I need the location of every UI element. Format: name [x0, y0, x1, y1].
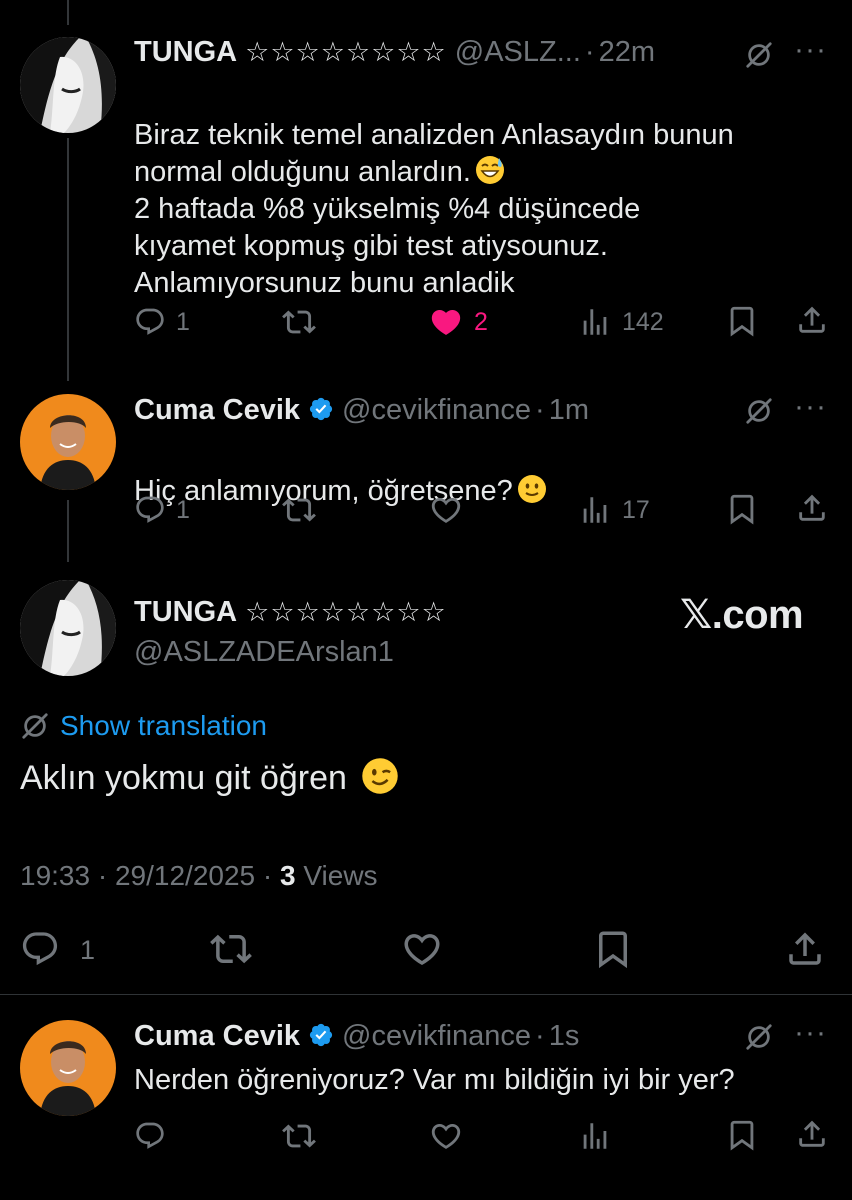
heart-icon[interactable]	[429, 493, 463, 527]
more-icon[interactable]: ···	[794, 392, 827, 422]
display-name[interactable]: Cuma Cevik	[134, 1020, 300, 1053]
handle[interactable]: @cevikfinance	[342, 1020, 531, 1053]
views-icon[interactable]	[578, 305, 612, 339]
tweet-text-continued: 2 haftada %8 yükselmiş %4 düşüncede kıya…	[134, 193, 641, 299]
views-count: 3	[280, 860, 296, 891]
separator-dot: ·	[97, 860, 108, 891]
reply-icon[interactable]	[134, 306, 166, 338]
separator-dot: ·	[535, 394, 545, 426]
handle[interactable]: @ASLZ...	[455, 36, 581, 69]
heart-icon[interactable]	[429, 1119, 463, 1153]
heart-icon[interactable]	[429, 305, 463, 339]
author-handle-row: @ASLZADEArslan1	[134, 636, 394, 669]
author-name-row: TUNGA ☆☆☆☆☆☆☆☆	[134, 596, 447, 629]
bookmark-icon[interactable]	[592, 928, 634, 970]
thread-line	[67, 138, 69, 381]
share-icon[interactable]	[795, 491, 829, 525]
handle[interactable]: @cevikfinance	[342, 394, 531, 427]
view-count: 142	[622, 308, 664, 336]
grinning-sweat-emoji	[475, 156, 504, 184]
bookmark-icon[interactable]	[725, 304, 759, 338]
views-label: Views	[303, 860, 378, 891]
bookmark-icon[interactable]	[725, 492, 759, 526]
share-icon[interactable]	[795, 1117, 829, 1151]
retweet-icon[interactable]	[282, 1119, 316, 1153]
separator-dot: ·	[262, 860, 273, 891]
handle[interactable]: @ASLZADEArslan1	[134, 636, 394, 669]
share-icon[interactable]	[784, 928, 826, 970]
tweet-header: TUNGA ☆☆☆☆☆☆☆☆ @ASLZ... · 22m	[134, 36, 655, 69]
globe-slash-icon[interactable]	[744, 1022, 774, 1052]
tweet-header: Cuma Cevik @cevikfinance · 1m	[134, 393, 589, 427]
bookmark-icon[interactable]	[725, 1118, 759, 1152]
like-count: 2	[474, 308, 488, 336]
tweet-text: Biraz teknik temel analizden Anlasaydın …	[134, 80, 834, 339]
views-icon[interactable]	[578, 1119, 612, 1153]
reply-count: 1	[80, 935, 96, 965]
globe-slash-icon	[20, 711, 50, 741]
wink-emoji	[362, 758, 398, 794]
tweet-text: Aklın yokmu git öğren	[20, 757, 399, 798]
name-stars: ☆☆☆☆☆☆☆☆	[245, 37, 447, 67]
timestamp[interactable]: 1s	[549, 1020, 580, 1053]
show-translation-link[interactable]: Show translation	[60, 710, 267, 742]
tweet-header: Cuma Cevik @cevikfinance · 1s	[134, 1019, 579, 1053]
retweet-icon[interactable]	[282, 305, 316, 339]
heart-icon[interactable]	[401, 928, 443, 970]
thread-line	[67, 500, 69, 562]
share-icon[interactable]	[795, 303, 829, 337]
avatar[interactable]	[20, 1020, 116, 1116]
reply-icon[interactable]	[20, 929, 60, 969]
divider	[0, 994, 852, 995]
reply-icon[interactable]	[134, 494, 166, 526]
name-stars: ☆☆☆☆☆☆☆☆	[245, 597, 447, 627]
xcom-watermark: 𝕏.com	[680, 593, 804, 637]
timestamp[interactable]: 1m	[549, 394, 589, 427]
reply-icon[interactable]	[134, 1120, 166, 1152]
avatar[interactable]	[20, 394, 116, 490]
globe-slash-icon[interactable]	[744, 396, 774, 426]
globe-slash-icon[interactable]	[744, 40, 774, 70]
verified-icon	[308, 396, 334, 422]
view-count: 17	[622, 496, 650, 524]
tweet-meta: 19:33 · 29/12/2025 · 3 Views	[20, 860, 378, 892]
separator-dot: ·	[535, 1020, 545, 1052]
views-icon[interactable]	[578, 493, 612, 527]
reply-count: 1	[176, 496, 190, 524]
thread-line	[67, 0, 69, 25]
avatar[interactable]	[20, 580, 116, 676]
display-name[interactable]: TUNGA	[134, 36, 237, 69]
post-date[interactable]: 29/12/2025	[115, 860, 255, 891]
verified-icon	[308, 1022, 334, 1048]
more-icon[interactable]: ···	[794, 1018, 827, 1048]
tweet-text: Nerden öğreniyoruz? Var mı bildiğin iyi …	[134, 1064, 735, 1096]
avatar[interactable]	[20, 37, 116, 133]
slight-smile-emoji	[517, 475, 546, 503]
more-icon[interactable]: ···	[794, 35, 827, 65]
post-time[interactable]: 19:33	[20, 860, 90, 891]
display-name[interactable]: Cuma Cevik	[134, 394, 300, 427]
retweet-icon[interactable]	[210, 928, 252, 970]
separator-dot: ·	[584, 36, 595, 68]
reply-count: 1	[176, 308, 190, 336]
retweet-icon[interactable]	[282, 493, 316, 527]
timestamp[interactable]: 22m	[599, 36, 655, 69]
display-name[interactable]: TUNGA	[134, 596, 237, 629]
